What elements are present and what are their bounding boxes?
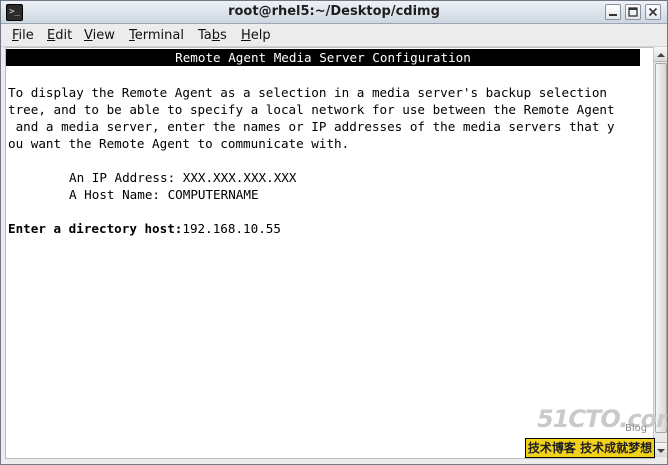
config-header: Remote Agent Media Server Configuration xyxy=(6,49,640,66)
menu-terminal[interactable]: Terminal xyxy=(129,28,184,43)
watermark-tagline: 技术博客 技术成就梦想 xyxy=(525,438,655,458)
example-ip-address: An IP Address: XXX.XXX.XXX.XXX xyxy=(69,170,297,185)
description-line: To display the Remote Agent as a selecti… xyxy=(8,85,607,100)
minimize-button[interactable] xyxy=(605,4,621,20)
menu-file[interactable]: File xyxy=(12,28,34,43)
terminal-window: >_ root@rhel5:~/Desktop/cdimg File Edit … xyxy=(0,0,668,465)
description-line: tree, and to be able to specify a local … xyxy=(8,102,615,117)
description-line: ou want the Remote Agent to communicate … xyxy=(8,136,350,151)
menu-edit[interactable]: Edit xyxy=(47,28,72,43)
close-icon xyxy=(648,7,658,17)
watermark-site: 51CTO.com xyxy=(537,405,668,433)
chevron-up-icon xyxy=(657,53,665,57)
prompt-line: Enter a directory host:192.168.10.55 xyxy=(8,220,281,237)
description-line: and a media server, enter the names or I… xyxy=(8,119,615,134)
menu-bar: File Edit View Terminal Tabs Help xyxy=(1,24,667,47)
vertical-scrollbar[interactable] xyxy=(653,47,667,457)
scroll-up-button[interactable] xyxy=(654,47,667,62)
menu-view[interactable]: View xyxy=(84,28,115,43)
menu-help[interactable]: Help xyxy=(241,28,271,43)
watermark-blog: Blog xyxy=(625,423,648,434)
minimize-icon xyxy=(609,14,617,16)
scroll-thumb[interactable] xyxy=(655,63,667,433)
menu-tabs[interactable]: Tabs xyxy=(198,28,227,43)
maximize-icon xyxy=(628,7,638,17)
scroll-down-button[interactable] xyxy=(654,442,667,457)
prompt-label: Enter a directory host: xyxy=(8,221,183,236)
close-button[interactable] xyxy=(645,4,661,20)
example-host-name: A Host Name: COMPUTERNAME xyxy=(69,187,259,202)
title-bar[interactable]: >_ root@rhel5:~/Desktop/cdimg xyxy=(1,1,667,24)
maximize-button[interactable] xyxy=(625,4,641,20)
terminal-screen[interactable]: Remote Agent Media Server Configuration … xyxy=(5,47,655,459)
chevron-down-icon xyxy=(657,449,665,453)
prompt-input[interactable]: 192.168.10.55 xyxy=(182,221,281,236)
window-title: root@rhel5:~/Desktop/cdimg xyxy=(228,4,440,19)
